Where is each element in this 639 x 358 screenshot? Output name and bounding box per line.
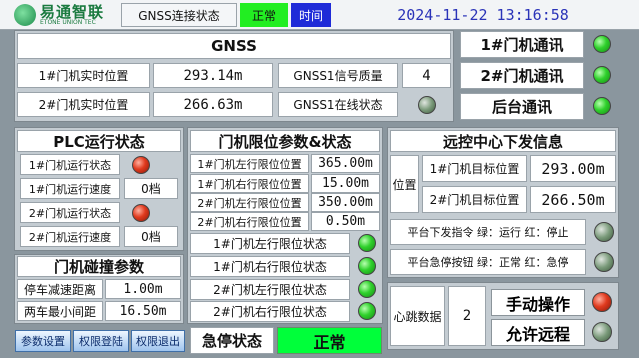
limit-param-label: 2#门机右行限位位置	[190, 212, 309, 231]
plc-row-label: 1#门机运行速度	[20, 178, 120, 199]
remote-gate1-value: 293.00m	[530, 155, 616, 182]
collision-panel-title: 门机碰撞参数	[17, 256, 181, 277]
manual-operation-button[interactable]: 手动操作	[491, 289, 585, 316]
brand-logo: 易通智联 ETONE UNION TEC	[14, 3, 114, 27]
limit-param-value: 0.50m	[311, 212, 380, 231]
plc-row-label: 1#门机运行状态	[20, 154, 120, 175]
plc-gate1-speed: 0档	[124, 178, 178, 199]
permission-login-button[interactable]: 权限登陆	[73, 330, 129, 352]
comm-gate2-indicator-icon	[593, 66, 611, 84]
limit-param-value: 15.00m	[311, 174, 380, 193]
estop-state-status: 正常	[277, 327, 382, 354]
brand-name: 易通智联	[40, 2, 105, 21]
limit-state-indicator-icon	[358, 280, 376, 298]
time-label: 时间	[291, 3, 331, 27]
limit-state-label: 1#门机右行限位状态	[190, 256, 350, 277]
params-settings-button[interactable]: 参数设置	[15, 330, 71, 352]
limit-param-label: 2#门机左行限位位置	[190, 193, 309, 212]
limit-param-value: 365.00m	[311, 154, 380, 173]
remote-gate2-label: 2#门机目标位置	[422, 186, 527, 213]
comm-backend-indicator-icon	[593, 97, 611, 115]
limit-state-indicator-icon	[358, 302, 376, 320]
gnss-gate2-label: 2#门机实时位置	[17, 92, 150, 117]
plc-row-label: 2#门机运行速度	[20, 226, 120, 247]
comm-gate1-indicator-icon	[593, 35, 611, 53]
gnss-connection-status: 正常	[240, 3, 288, 27]
allow-remote-button[interactable]: 允许远程	[491, 319, 585, 346]
plc-row-label: 2#门机运行状态	[20, 202, 120, 223]
gnss-connection-title: GNSS连接状态	[121, 3, 237, 27]
plc-panel-title: PLC运行状态	[17, 130, 181, 152]
plc-gate2-run-indicator-icon	[132, 204, 150, 222]
limit-state-indicator-icon	[358, 234, 376, 252]
gnss-gate2-position: 266.63m	[153, 92, 273, 117]
remote-cmd-indicator-icon	[594, 222, 614, 242]
remote-cmd-label: 平台下发指令 绿：运行 红：停止	[390, 219, 586, 245]
heartbeat-label: 心跳数据	[390, 286, 445, 346]
datetime-display: 2024-11-22 13:16:58	[397, 6, 569, 24]
remote-gate2-value: 266.50m	[530, 186, 616, 213]
comm-gate1-label: 1#门机通讯	[460, 31, 584, 58]
gnss-panel-title: GNSS	[17, 33, 451, 59]
estop-state-label: 急停状态	[190, 327, 274, 354]
collision-stop-label: 停车减速距离	[17, 279, 103, 299]
remote-position-label: 位置	[390, 155, 419, 213]
gnss-online-label: GNSS1在线状态	[278, 92, 398, 117]
comm-gate2-label: 2#门机通讯	[460, 62, 584, 89]
gnss-online-indicator-icon	[418, 96, 436, 114]
limit-param-value: 350.00m	[311, 193, 380, 212]
remote-estop-indicator-icon	[594, 252, 614, 272]
brand-sub: ETONE UNION TEC	[40, 18, 96, 26]
comm-backend-label: 后台通讯	[460, 93, 584, 120]
permission-logout-button[interactable]: 权限退出	[131, 330, 185, 352]
limit-state-indicator-icon	[358, 257, 376, 275]
remote-panel-title: 远控中心下发信息	[390, 130, 616, 152]
collision-min-value: 16.50m	[105, 301, 181, 321]
limit-param-label: 1#门机右行限位位置	[190, 174, 309, 193]
gnss-signal-value: 4	[402, 63, 451, 88]
gnss-signal-label: GNSS1信号质量	[278, 63, 398, 88]
plc-gate1-run-indicator-icon	[132, 156, 150, 174]
allow-remote-indicator-icon	[592, 322, 612, 342]
collision-min-label: 两车最小间距	[17, 301, 103, 321]
remote-estop-label: 平台急停按钮 绿：正常 红：急停	[390, 249, 586, 275]
gnss-gate1-position: 293.14m	[153, 63, 273, 88]
logo-icon	[14, 4, 36, 26]
manual-operation-indicator-icon	[592, 292, 612, 312]
limit-state-label: 1#门机左行限位状态	[190, 233, 350, 254]
gnss-gate1-label: 1#门机实时位置	[17, 63, 150, 88]
limit-param-label: 1#门机左行限位位置	[190, 154, 309, 173]
heartbeat-value: 2	[448, 286, 486, 346]
remote-gate1-label: 1#门机目标位置	[422, 155, 527, 182]
limit-state-label: 2#门机右行限位状态	[190, 301, 350, 322]
plc-gate2-speed: 0档	[124, 226, 178, 247]
limit-state-label: 2#门机左行限位状态	[190, 279, 350, 300]
collision-stop-value: 1.00m	[105, 279, 181, 299]
limit-panel-title: 门机限位参数&状态	[190, 130, 380, 152]
